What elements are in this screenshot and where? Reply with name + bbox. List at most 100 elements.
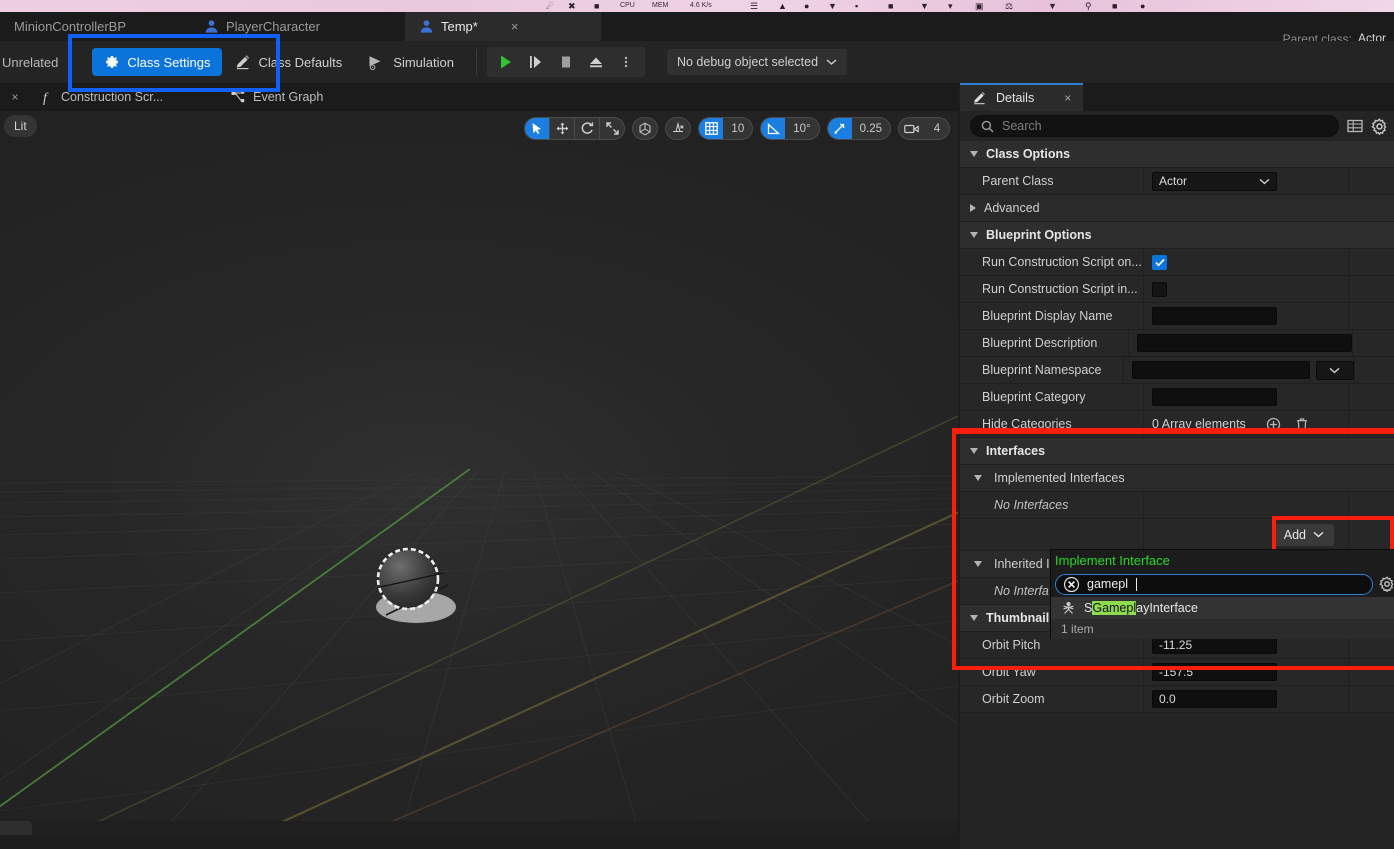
viewport-toolbar: 10 10° 0.25 4 bbox=[524, 117, 950, 140]
orbit-zoom-input[interactable]: 0.0 bbox=[1152, 690, 1277, 708]
blueprint-toolbar: Unrelated Class Settings Class Defaults bbox=[0, 41, 1394, 83]
row-blueprint-category: Blueprint Category bbox=[960, 384, 1394, 411]
world-coordinate-toggle[interactable] bbox=[632, 117, 659, 140]
debug-object-dropdown[interactable]: No debug object selected bbox=[666, 49, 848, 75]
blueprint-description-input[interactable] bbox=[1137, 334, 1353, 352]
class-settings-label: Class Settings bbox=[127, 54, 211, 70]
hide-categories-count: 0 Array elements bbox=[1152, 417, 1246, 431]
tab-construction-script[interactable]: f Construction Scr... bbox=[30, 83, 175, 111]
search-icon bbox=[981, 120, 994, 133]
details-tab-row: Details × bbox=[960, 83, 1394, 111]
cpu-label: CPU bbox=[620, 2, 635, 9]
chevron-down-icon bbox=[1313, 531, 1324, 538]
surface-snap-icon[interactable] bbox=[666, 118, 690, 139]
class-settings-button[interactable]: Class Settings bbox=[92, 48, 223, 76]
tab-minion-controller-bp[interactable]: MinionControllerBP bbox=[0, 12, 190, 41]
cursor-select-icon[interactable] bbox=[525, 118, 550, 139]
row-label: Run Construction Script on... bbox=[960, 249, 1144, 275]
blueprint-viewport[interactable]: Lit 10 10° 0.25 4 bbox=[0, 111, 958, 835]
view-mode-badge[interactable]: Lit bbox=[4, 115, 37, 137]
section-class-options[interactable]: Class Options bbox=[960, 141, 1394, 168]
gear-icon[interactable] bbox=[1379, 576, 1394, 592]
chevron-right-icon bbox=[970, 204, 976, 212]
gear-icon[interactable] bbox=[1371, 117, 1388, 135]
chevron-down-icon bbox=[970, 232, 978, 238]
scale-snap-value[interactable]: 0.25 bbox=[852, 118, 890, 139]
chevron-down-icon bbox=[970, 448, 978, 454]
close-icon[interactable]: × bbox=[0, 90, 30, 104]
row-orbit-zoom: Orbit Zoom 0.0 bbox=[960, 686, 1394, 713]
row-label: Blueprint Display Name bbox=[960, 303, 1144, 329]
interface-search-input[interactable]: gamepl bbox=[1055, 573, 1373, 595]
toolbar-overflow-icon[interactable] bbox=[66, 57, 76, 67]
more-options-icon[interactable] bbox=[613, 49, 639, 75]
taskbar-icon-3: ■ bbox=[594, 1, 600, 11]
add-interface-button[interactable]: Add bbox=[1273, 523, 1334, 546]
parent-class-dropdown-value: Actor bbox=[1159, 174, 1188, 188]
text-caret bbox=[1136, 577, 1137, 591]
camera-speed-group[interactable]: 4 bbox=[898, 117, 950, 140]
taskbar-icon-14: ▼ bbox=[1048, 1, 1057, 11]
row-label: Hide Categories bbox=[960, 411, 1144, 437]
chevron-down-icon bbox=[1259, 178, 1270, 184]
grid-snap-value[interactable]: 10 bbox=[723, 118, 752, 139]
close-icon[interactable]: × bbox=[511, 19, 519, 34]
result-suffix: ayInterface bbox=[1136, 601, 1198, 615]
taskbar-icon-5: ▲ bbox=[778, 1, 787, 11]
clear-x-icon[interactable] bbox=[1064, 576, 1079, 592]
graph-tab-label: Event Graph bbox=[253, 90, 324, 104]
rotate-gizmo-icon[interactable] bbox=[575, 118, 599, 139]
checkbox-run-construction-script-on[interactable] bbox=[1152, 254, 1167, 270]
interface-icon bbox=[1063, 602, 1074, 614]
character-icon bbox=[420, 20, 433, 33]
grid-snap-icon[interactable] bbox=[699, 118, 724, 139]
svg-text:f: f bbox=[43, 91, 49, 105]
camera-speed-icon[interactable] bbox=[899, 118, 925, 139]
blueprint-category-input[interactable] bbox=[1152, 388, 1277, 406]
angle-snap-icon[interactable] bbox=[761, 118, 786, 139]
tab-temp[interactable]: Temp* × bbox=[405, 12, 601, 41]
blueprint-namespace-input[interactable] bbox=[1131, 361, 1310, 379]
scale-snap-icon[interactable] bbox=[827, 118, 852, 139]
row-run-construction-script-in: Run Construction Script in... bbox=[960, 276, 1394, 303]
interface-result-item[interactable]: SGameplayInterface bbox=[1051, 597, 1394, 619]
subsection-implemented-interfaces[interactable]: Implemented Interfaces bbox=[960, 465, 1394, 492]
move-gizmo-icon[interactable] bbox=[550, 118, 574, 139]
scale-gizmo-icon[interactable] bbox=[600, 118, 624, 139]
row-orbit-yaw: Orbit Yaw -157.5 bbox=[960, 659, 1394, 686]
eject-icon[interactable] bbox=[583, 49, 609, 75]
tab-details[interactable]: Details × bbox=[960, 83, 1084, 111]
simulation-button[interactable]: Simulation bbox=[354, 48, 466, 76]
tab-label: PlayerCharacter bbox=[226, 19, 320, 34]
section-blueprint-options[interactable]: Blueprint Options bbox=[960, 222, 1394, 249]
section-title: Class Options bbox=[986, 147, 1071, 161]
blueprint-tab-bar: MinionControllerBP PlayerCharacter Temp*… bbox=[0, 12, 1394, 46]
row-run-construction-script-on: Run Construction Script on... bbox=[960, 249, 1394, 276]
surface-snap-toggle[interactable] bbox=[665, 117, 692, 140]
tab-player-character[interactable]: PlayerCharacter bbox=[190, 12, 405, 41]
blueprint-namespace-dropdown[interactable] bbox=[1315, 360, 1354, 380]
stop-icon[interactable] bbox=[553, 49, 579, 75]
delete-all-icon[interactable] bbox=[1295, 417, 1309, 432]
orbit-yaw-input[interactable]: -157.5 bbox=[1152, 663, 1277, 681]
close-icon[interactable]: × bbox=[1064, 91, 1071, 105]
step-icon[interactable] bbox=[523, 49, 549, 75]
section-interfaces[interactable]: Interfaces bbox=[960, 438, 1394, 465]
class-defaults-button[interactable]: Class Defaults bbox=[222, 48, 354, 76]
world-coordinate-icon[interactable] bbox=[633, 118, 657, 139]
row-label: Run Construction Script in... bbox=[960, 276, 1144, 302]
chevron-down-icon bbox=[974, 475, 982, 481]
parent-class-dropdown[interactable]: Actor bbox=[1152, 171, 1277, 191]
blueprint-display-name-input[interactable] bbox=[1152, 307, 1277, 325]
angle-snap-value[interactable]: 10° bbox=[785, 118, 818, 139]
graph-tab-label: Construction Scr... bbox=[61, 90, 164, 104]
checkbox-run-construction-script-in[interactable] bbox=[1152, 281, 1167, 297]
column-layout-icon[interactable] bbox=[1347, 118, 1363, 134]
function-icon: f bbox=[43, 91, 49, 105]
section-advanced[interactable]: Advanced bbox=[960, 195, 1394, 222]
camera-speed-value[interactable]: 4 bbox=[925, 118, 949, 139]
play-icon[interactable] bbox=[493, 49, 519, 75]
tab-event-graph[interactable]: Event Graph bbox=[219, 83, 335, 111]
add-element-icon[interactable] bbox=[1266, 417, 1281, 432]
search-input[interactable]: Search bbox=[970, 115, 1339, 137]
